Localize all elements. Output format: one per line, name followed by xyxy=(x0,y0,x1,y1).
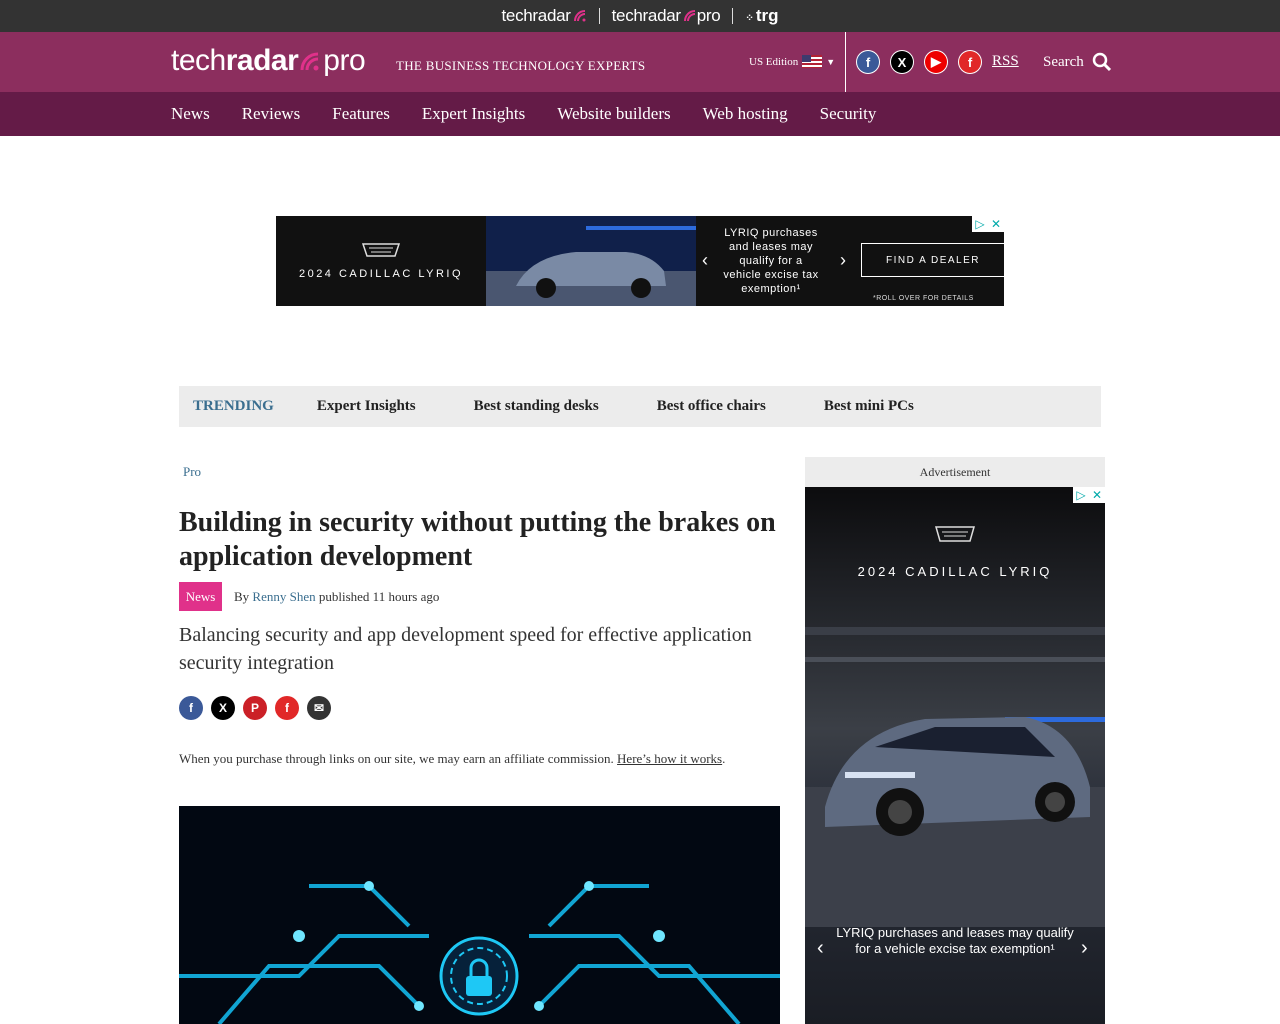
ad-message-block: ‹ LYRIQ purchases and leases may qualify… xyxy=(696,216,1005,306)
site-header: tech radar pro THE BUSINESS TECHNOLOGY EX… xyxy=(0,32,1280,92)
logo-part-pro: pro xyxy=(323,44,366,77)
car-illustration xyxy=(486,216,696,306)
youtube-icon: ▶ xyxy=(925,51,947,73)
nav-item-web-hosting[interactable]: Web hosting xyxy=(703,104,788,124)
techradar-pro-brand-a: techradar xyxy=(611,6,681,25)
trending-item[interactable]: Best standing desks xyxy=(474,398,599,415)
top-banner-ad[interactable]: 2024 CADILLAC LYRIQ ‹ LYRIQ purchases an… xyxy=(276,216,1005,306)
trending-item[interactable]: Best mini PCs xyxy=(824,398,914,415)
techradar-brand: techradar xyxy=(501,6,571,25)
sidebar-ad-message: LYRIQ purchases and leases may qualify f… xyxy=(836,925,1074,956)
x-icon: X xyxy=(891,51,913,73)
nav-item-security[interactable]: Security xyxy=(820,104,877,124)
flipboard-link[interactable]: f xyxy=(958,50,982,74)
rss-link[interactable]: RSS xyxy=(992,53,1019,70)
adchoices-icon[interactable]: ▷ xyxy=(972,216,988,232)
advertisement-label: Advertisement xyxy=(805,457,1105,487)
ad-car-image xyxy=(486,216,696,306)
divider xyxy=(732,8,734,24)
adchoices-icon[interactable]: ▷ xyxy=(1073,487,1089,503)
close-icon[interactable]: ✕ xyxy=(1089,487,1105,503)
chevron-left-icon[interactable]: ‹ xyxy=(702,250,708,271)
trending-label: TRENDING xyxy=(193,398,274,414)
chevron-right-icon[interactable]: › xyxy=(840,250,846,271)
nav-item-features[interactable]: Features xyxy=(332,104,390,124)
search-label: Search xyxy=(1043,53,1084,70)
techradar-network-link[interactable]: techradar xyxy=(502,6,587,26)
share-facebook-icon[interactable]: f xyxy=(179,696,203,720)
article-hero-image xyxy=(179,806,780,1024)
edition-selector[interactable]: US Edition ▼ xyxy=(749,55,835,68)
chevron-right-icon[interactable]: › xyxy=(1081,937,1088,960)
edition-label: US Edition xyxy=(749,55,799,68)
trg-dots-icon: ⁘ xyxy=(745,13,754,24)
logo-signal-icon xyxy=(300,52,319,71)
published-time: published 11 hours ago xyxy=(318,589,440,604)
search-icon xyxy=(1092,52,1111,72)
affiliate-disclaimer: When you purchase through links on our s… xyxy=(179,751,725,767)
logo-part-tech: tech xyxy=(171,44,226,77)
author-link[interactable]: Renny Shen xyxy=(252,589,315,604)
security-lock-illustration xyxy=(179,806,780,1024)
ad-fine-print: *ROLL OVER FOR DETAILS xyxy=(873,295,974,302)
nav-item-news[interactable]: News xyxy=(171,104,210,124)
trg-brand: trg xyxy=(755,6,779,25)
ad-controls: ▷ ✕ xyxy=(1073,487,1105,503)
trending-bar: TRENDING Expert Insights Best standing d… xyxy=(179,386,1101,427)
ad-controls: ▷ ✕ xyxy=(972,216,1004,232)
site-logo[interactable]: tech radar pro xyxy=(171,44,366,78)
ad-brand-text: 2024 CADILLAC LYRIQ xyxy=(298,268,464,280)
nav-item-website-builders[interactable]: Website builders xyxy=(557,104,670,124)
chevron-down-icon: ▼ xyxy=(826,56,836,67)
nav-item-expert-insights[interactable]: Expert Insights xyxy=(422,104,525,124)
main-nav: News Reviews Features Expert Insights We… xyxy=(0,92,1280,136)
article-tag-badge[interactable]: News xyxy=(179,582,222,611)
nav-item-reviews[interactable]: Reviews xyxy=(242,104,301,124)
x-link[interactable]: X xyxy=(890,50,914,74)
byline: By Renny Shen published 11 hours ago xyxy=(234,589,439,605)
techradar-pro-network-link[interactable]: techradar pro xyxy=(612,6,721,26)
facebook-link[interactable]: f xyxy=(856,50,880,74)
share-flipboard-icon[interactable]: f xyxy=(275,696,299,720)
byline-prefix: By xyxy=(234,589,250,604)
cadillac-logo-icon xyxy=(361,243,401,257)
how-it-works-link[interactable]: Here’s how it works xyxy=(617,751,722,766)
techradar-pro-brand-b: pro xyxy=(696,6,721,25)
find-dealer-button[interactable]: FIND A DEALER xyxy=(861,243,1005,277)
share-pinterest-icon[interactable]: P xyxy=(243,696,267,720)
share-x-icon[interactable]: X xyxy=(211,696,235,720)
flipboard-icon: f xyxy=(959,51,981,73)
signal-icon xyxy=(573,10,586,22)
youtube-link[interactable]: ▶ xyxy=(924,50,948,74)
header-divider xyxy=(845,32,846,92)
share-email-icon[interactable]: ✉ xyxy=(307,696,331,720)
us-flag-icon xyxy=(802,55,823,68)
article-strapline: Balancing security and app development s… xyxy=(179,624,752,674)
article-title: Building in security without putting the… xyxy=(179,507,776,572)
signal-icon xyxy=(683,10,695,22)
sidebar-ad[interactable]: 2024 CADILLAC LYRIQ ‹ LYRIQ purchases an… xyxy=(805,487,1105,1024)
tagline: THE BUSINESS TECHNOLOGY EXPERTS xyxy=(396,58,646,73)
search-button[interactable]: Search xyxy=(1043,52,1112,72)
disclaimer-end: . xyxy=(722,751,726,766)
facebook-icon: f xyxy=(857,51,879,73)
logo-part-radar: radar xyxy=(225,44,299,77)
network-bar: techradar techradar pro ⁘ trg xyxy=(0,0,1280,32)
divider xyxy=(598,8,600,24)
close-icon[interactable]: ✕ xyxy=(988,216,1004,232)
share-buttons: f X P f ✉ xyxy=(179,696,331,720)
breadcrumb[interactable]: Pro xyxy=(183,464,201,480)
ad-message: LYRIQ purchases and leases may qualify f… xyxy=(723,227,819,295)
trg-network-link[interactable]: ⁘ trg xyxy=(745,6,778,26)
ad-brand-block: 2024 CADILLAC LYRIQ xyxy=(276,216,486,306)
trending-item[interactable]: Best office chairs xyxy=(657,398,766,415)
chevron-left-icon[interactable]: ‹ xyxy=(817,937,824,960)
trending-item[interactable]: Expert Insights xyxy=(317,398,416,415)
disclaimer-text: When you purchase through links on our s… xyxy=(179,751,614,766)
